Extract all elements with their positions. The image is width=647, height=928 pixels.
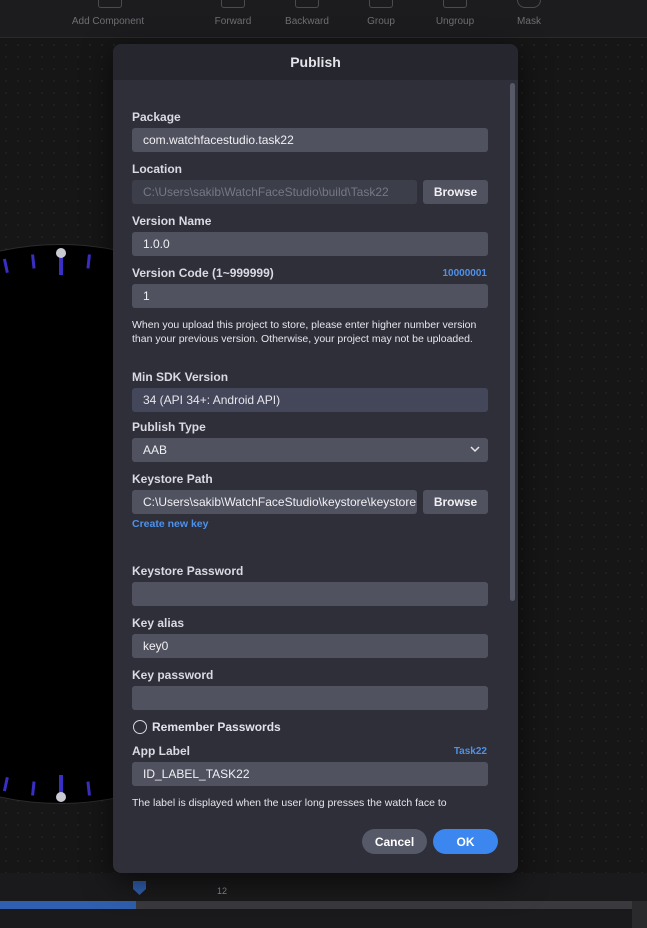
cancel-button[interactable]: Cancel: [362, 829, 427, 854]
app-label-label: App Label: [132, 744, 191, 758]
plus-icon: [98, 0, 122, 8]
send-backward-icon: [295, 0, 319, 8]
key-password-field[interactable]: [132, 686, 488, 710]
app-label-hint: Task22: [453, 746, 487, 757]
app-label-field[interactable]: ID_LABEL_TASK22: [132, 762, 488, 786]
playhead-marker[interactable]: [133, 881, 146, 895]
version-code-label: Version Code (1~999999): [132, 266, 274, 280]
keystore-browse-button[interactable]: Browse: [423, 490, 488, 514]
forward-label: Forward: [214, 16, 252, 27]
publish-type-select[interactable]: AAB: [132, 438, 488, 462]
ungroup-label: Ungroup: [435, 16, 475, 27]
dial-tick: [31, 781, 36, 796]
min-sdk-label: Min SDK Version: [132, 370, 229, 384]
remember-passwords-label[interactable]: Remember Passwords: [152, 720, 281, 734]
package-field[interactable]: com.watchfacestudio.task22: [132, 128, 488, 152]
forward-button[interactable]: Forward: [210, 0, 256, 38]
dial-tick: [2, 258, 9, 273]
dial-tick: [2, 777, 9, 792]
ungroup-icon: [443, 0, 467, 8]
backward-button[interactable]: Backward: [283, 0, 331, 38]
dial-tick: [31, 254, 36, 269]
version-code-hint: 10000001: [442, 268, 488, 279]
timeline-scrollbar[interactable]: [0, 901, 632, 909]
mask-icon: [517, 0, 541, 8]
keystore-password-field[interactable]: [132, 582, 488, 606]
keystore-password-label: Keystore Password: [132, 564, 244, 578]
dial-marker: [56, 248, 66, 258]
publish-dialog: Publish Package com.watchfacestudio.task…: [113, 44, 518, 873]
key-alias-field[interactable]: key0: [132, 634, 488, 658]
backward-label: Backward: [285, 16, 329, 27]
location-label: Location: [132, 162, 182, 176]
ungroup-button[interactable]: Ungroup: [432, 0, 478, 38]
dialog-title: Publish: [113, 44, 518, 80]
top-toolbar: Add Component Forward Backward Group Ung…: [0, 0, 647, 38]
mask-label: Mask: [517, 16, 541, 27]
chevron-down-icon: [470, 446, 480, 453]
dial-marker: [56, 792, 66, 802]
timeline-progress: [0, 901, 136, 909]
publish-type-value: AAB: [143, 443, 168, 457]
dialog-form: Package com.watchfacestudio.task22 Locat…: [113, 80, 518, 816]
mask-button[interactable]: Mask: [506, 0, 552, 38]
ok-button[interactable]: OK: [433, 829, 498, 854]
timeline-corner: [632, 901, 647, 928]
add-component-button[interactable]: Add Component: [72, 0, 144, 38]
min-sdk-field: 34 (API 34+: Android API): [132, 388, 488, 412]
dial-tick: [86, 254, 91, 269]
bring-forward-icon: [221, 0, 245, 8]
keystore-path-label: Keystore Path: [132, 472, 213, 486]
version-name-field[interactable]: 1.0.0: [132, 232, 488, 256]
key-alias-label: Key alias: [132, 616, 185, 630]
version-code-field[interactable]: 1: [132, 284, 488, 308]
add-component-label: Add Component: [71, 16, 145, 27]
app-label-note: The label is displayed when the user lon…: [132, 797, 447, 809]
timeline-panel: 12: [0, 873, 647, 928]
group-button[interactable]: Group: [358, 0, 404, 38]
key-password-label: Key password: [132, 668, 214, 682]
publish-type-label: Publish Type: [132, 420, 206, 434]
location-browse-button[interactable]: Browse: [423, 180, 488, 204]
remember-passwords-radio[interactable]: [133, 720, 147, 734]
group-label: Group: [367, 16, 395, 27]
location-field[interactable]: C:\Users\sakib\WatchFaceStudio\build\Tas…: [132, 180, 417, 204]
dial-tick: [86, 781, 91, 796]
package-label: Package: [132, 110, 181, 124]
keystore-path-field[interactable]: C:\Users\sakib\WatchFaceStudio\keystore\…: [132, 490, 417, 514]
version-name-label: Version Name: [132, 214, 212, 228]
create-new-key-link[interactable]: Create new key: [132, 518, 208, 530]
version-note: When you upload this project to store, p…: [132, 319, 477, 345]
group-icon: [369, 0, 393, 8]
timeline-tick-label: 12: [217, 886, 228, 896]
dialog-scrollbar[interactable]: [510, 83, 515, 601]
